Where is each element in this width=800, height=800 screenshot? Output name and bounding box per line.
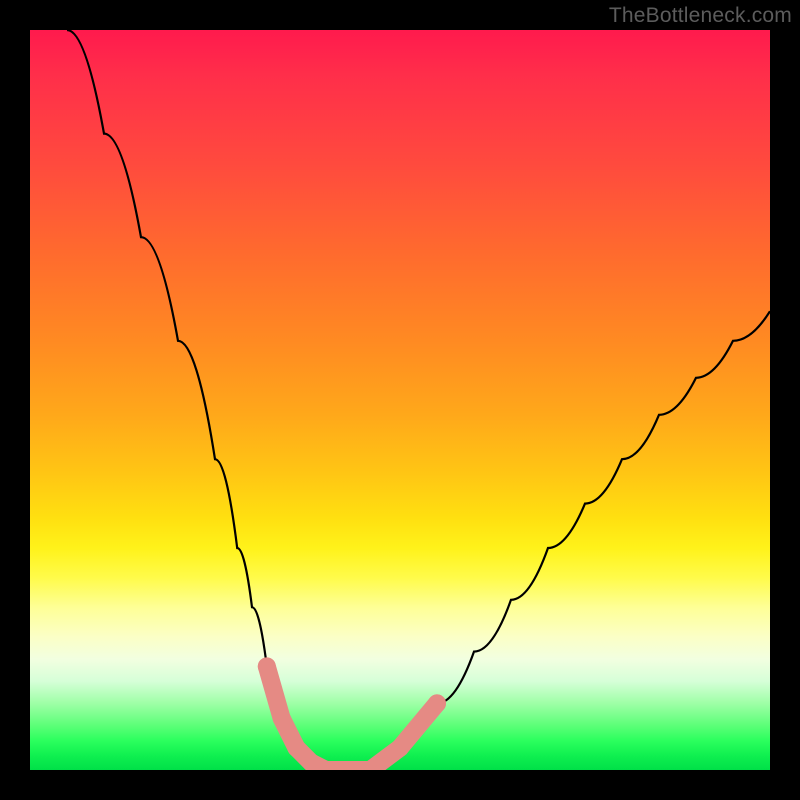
curve-line	[67, 30, 770, 770]
bottleneck-curve	[30, 30, 770, 770]
plot-area	[30, 30, 770, 770]
valley-marker-dot	[428, 694, 446, 712]
watermark-text: TheBottleneck.com	[609, 4, 792, 28]
valley-marker-dot	[258, 657, 276, 675]
chart-frame: TheBottleneck.com	[0, 0, 800, 800]
valley-markers	[258, 657, 446, 770]
